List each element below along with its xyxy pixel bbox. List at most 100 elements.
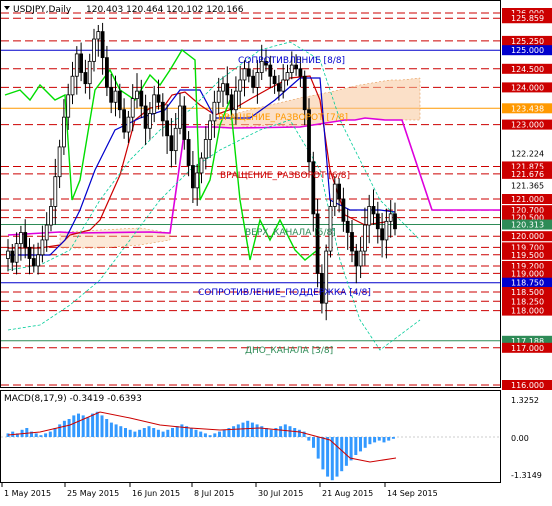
macd-histogram-bar xyxy=(373,437,377,443)
candle-body xyxy=(272,75,277,85)
macd-histogram-bar xyxy=(175,426,179,437)
macd-histogram-bar xyxy=(269,429,273,437)
candle-body xyxy=(199,157,204,174)
macd-histogram-bar xyxy=(105,419,109,437)
macd-histogram-bar xyxy=(213,433,217,437)
candle-body xyxy=(173,127,178,152)
macd-histogram-bar xyxy=(349,437,353,461)
macd-histogram-bar xyxy=(293,428,297,437)
annotation-support-4-8: СОПРОТИВЛЕНИЕ_ПОДДЕРЖКА [4/8] xyxy=(198,288,371,298)
price-scale: 126.000125.859125.250125.000124.500124.0… xyxy=(502,8,552,390)
candle-body xyxy=(362,224,367,252)
candle-body xyxy=(31,258,36,267)
candle-body xyxy=(113,90,118,103)
macd-histogram-bar xyxy=(189,428,193,437)
price-label-18: 119.500 xyxy=(511,251,544,260)
macd-histogram-bar xyxy=(25,428,29,437)
candle-body xyxy=(225,83,230,96)
macd-histogram-bar xyxy=(326,437,330,477)
macd-histogram-bar xyxy=(91,413,95,437)
time-label-3: 8 Jul 2015 xyxy=(194,489,234,498)
candle-body xyxy=(221,83,225,92)
candle-body xyxy=(281,79,286,92)
macd-histogram-bar xyxy=(241,422,245,437)
candle-body xyxy=(122,109,126,133)
macd-histogram-bar xyxy=(316,437,320,459)
price-label-4: 124.500 xyxy=(511,65,544,74)
candle-body xyxy=(341,198,346,222)
price-label-11: 121.365 xyxy=(511,181,544,190)
candle-body xyxy=(388,213,393,222)
macd-histogram-bar xyxy=(114,424,118,437)
candle-body xyxy=(311,161,316,215)
macd-histogram-bar xyxy=(142,428,146,437)
price-label-12: 121.000 xyxy=(511,195,544,204)
macd-histogram-bar xyxy=(124,428,127,437)
macd-histogram-bar xyxy=(166,429,170,437)
ohlc-values: 120.403 120.464 120.102 120.166 xyxy=(86,5,244,15)
macd-histogram-bar xyxy=(354,437,358,455)
candle-body xyxy=(169,135,174,152)
macd-histogram-bar xyxy=(218,431,221,437)
annotation-channel-bottom-3-8: ДНО_КАНАЛА [3/8] xyxy=(245,346,333,356)
macd-histogram-bar xyxy=(39,435,43,437)
time-label-4: 30 Jul 2015 xyxy=(258,489,303,498)
candle-body xyxy=(6,250,10,259)
candle-body xyxy=(117,90,122,111)
price-label-2: 125.250 xyxy=(511,37,544,46)
candle-body xyxy=(57,146,62,178)
macd-scale-top: 1.3252 xyxy=(511,396,539,405)
candle-body xyxy=(23,232,28,248)
macd-histogram-bar xyxy=(340,437,344,472)
time-scale: 1 May 2015 25 May 2015 16 Jun 2015 8 Jul 20… xyxy=(1,483,438,498)
candle-body xyxy=(96,31,101,40)
candle-body xyxy=(130,98,135,118)
candle-body xyxy=(212,101,217,122)
macd-histogram-bar xyxy=(53,428,57,437)
macd-histogram-bar xyxy=(156,429,160,437)
macd-histogram-bar xyxy=(307,437,311,441)
candle-body xyxy=(298,68,303,77)
candle-body xyxy=(371,206,376,215)
candle-body xyxy=(350,232,354,252)
annotation-rotation-7-8: ВРАЩЕНИЕ_РАЗВОРОТ [7/8] xyxy=(218,113,348,123)
candle-body xyxy=(315,213,320,274)
symbol-label: USDJPY,Daily xyxy=(13,5,72,15)
candle-body xyxy=(195,172,200,189)
candle-body xyxy=(302,75,307,111)
time-label-1: 25 May 2015 xyxy=(67,489,119,498)
price-label-5: 124.000 xyxy=(511,83,544,92)
price-label-6: 123.438 xyxy=(511,104,544,113)
candle-body xyxy=(18,232,23,245)
macd-histogram-bar xyxy=(95,411,99,437)
candle-body xyxy=(337,183,342,200)
macd-histogram-bar xyxy=(109,422,113,437)
candle-body xyxy=(156,94,161,103)
price-label-21: 118.750 xyxy=(511,279,544,288)
chart-canvas[interactable]: СОПРОТИВЛЕНИЕ [8/8] ВРАЩЕНИЕ_РАЗВОРОТ [6… xyxy=(0,0,552,502)
candle-body xyxy=(165,120,170,137)
macd-histogram-bar xyxy=(344,437,348,466)
price-label-23: 118.250 xyxy=(511,297,544,306)
candle-body xyxy=(36,254,40,267)
macd-histogram-bar xyxy=(152,428,156,437)
candle-body xyxy=(152,94,157,114)
time-label-6: 14 Sep 2015 xyxy=(387,489,438,498)
candle-body xyxy=(186,139,191,166)
candle-body xyxy=(276,83,281,92)
candle-body xyxy=(143,105,148,129)
macd-histogram-bar xyxy=(255,424,259,437)
macd-histogram-bar xyxy=(321,437,325,470)
macd-histogram-bar xyxy=(67,419,71,437)
macd-histogram-bar xyxy=(297,429,301,437)
macd-histogram-bar xyxy=(208,435,212,437)
macd-histogram-bar xyxy=(161,431,165,437)
time-label-2: 16 Jun 2015 xyxy=(132,489,180,498)
macd-histogram-bar xyxy=(265,428,268,437)
candle-body xyxy=(203,139,208,159)
candle-body xyxy=(105,57,109,88)
annotation-channel-top-5-8: ВЕРХ_КАНАЛА [5/8] xyxy=(245,228,336,238)
candle-body xyxy=(70,75,75,96)
annotation-rotation-6-8: ВРАЩЕНИЕ_РАЗВОРОТ [6/8] xyxy=(220,171,350,181)
price-label-1: 125.859 xyxy=(511,14,544,23)
